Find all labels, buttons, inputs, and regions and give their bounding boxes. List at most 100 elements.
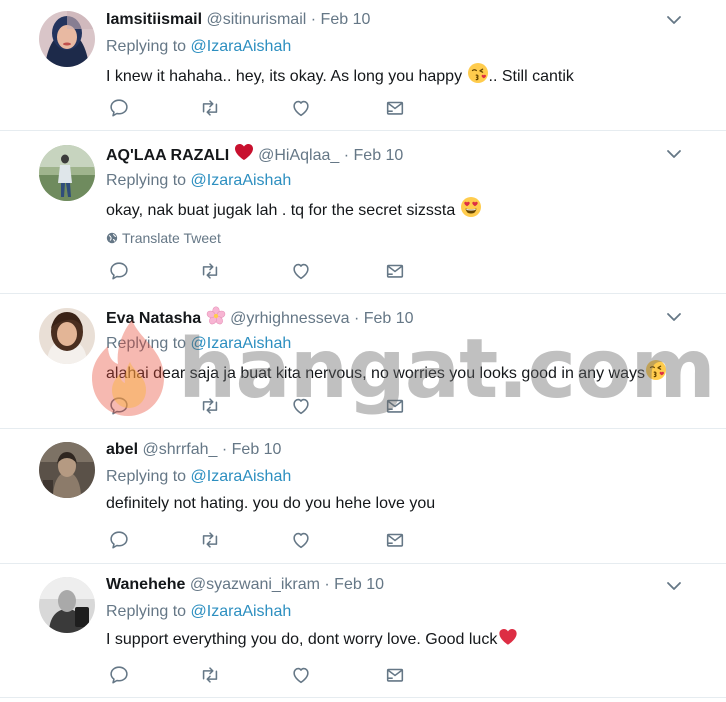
retweet-icon[interactable] bbox=[199, 664, 221, 686]
heart-eyes-emoji bbox=[460, 196, 482, 218]
retweet-icon[interactable] bbox=[199, 260, 221, 282]
tweet-header: Wanehehe @syazwani_ikram · Feb 10 bbox=[106, 575, 384, 595]
display-name[interactable]: Iamsitiismail bbox=[106, 11, 202, 28]
tweet[interactable]: Iamsitiismail @sitinurismail · Feb 10 Re… bbox=[0, 0, 726, 131]
direct-message-icon[interactable] bbox=[384, 260, 406, 282]
like-icon[interactable] bbox=[290, 664, 312, 686]
like-icon[interactable] bbox=[290, 395, 312, 417]
tweet-text: I knew it hahaha.. hey, its okay. As lon… bbox=[106, 62, 574, 88]
tweet-text-part: definitely not hating. you do you hehe l… bbox=[106, 495, 436, 512]
tweet-text-part: .. Still cantik bbox=[488, 68, 574, 85]
user-handle[interactable]: @sitinurismail bbox=[207, 11, 307, 28]
tweet-actions bbox=[108, 395, 408, 417]
caret-down-icon[interactable] bbox=[665, 11, 683, 29]
kissing-face-emoji bbox=[645, 359, 667, 381]
reply-mention-link[interactable]: @IzaraAishah bbox=[191, 38, 292, 55]
tweet-text: alahai dear saja ja buat kita nervous, n… bbox=[106, 359, 667, 385]
retweet-icon[interactable] bbox=[199, 97, 221, 119]
tweet-date[interactable]: Feb 10 bbox=[321, 11, 371, 28]
avatar-photo bbox=[39, 577, 95, 633]
reply-icon[interactable] bbox=[108, 395, 130, 417]
direct-message-icon[interactable] bbox=[384, 97, 406, 119]
tweet-header: AQ'LAA RAZALI @HiAqlaa_ · Feb 10 bbox=[106, 143, 403, 166]
direct-message-icon[interactable] bbox=[384, 529, 406, 551]
tweet-date[interactable]: Feb 10 bbox=[354, 147, 404, 164]
caret-down-icon[interactable] bbox=[665, 308, 683, 326]
translate-tweet-label: Translate Tweet bbox=[122, 230, 221, 246]
replying-to-label: Replying to bbox=[106, 468, 187, 485]
tweet[interactable]: Wanehehe @syazwani_ikram · Feb 10 Replyi… bbox=[0, 564, 726, 698]
replying-to-label: Replying to bbox=[106, 38, 187, 55]
tweet-text-part: okay, nak buat jugak lah . tq for the se… bbox=[106, 202, 460, 219]
cherry-blossom-emoji bbox=[206, 306, 226, 326]
avatar[interactable] bbox=[39, 442, 95, 498]
tweet-text: I support everything you do, dont worry … bbox=[106, 627, 519, 651]
caret-down-icon[interactable] bbox=[665, 145, 683, 163]
avatar-photo bbox=[39, 308, 95, 364]
reply-icon[interactable] bbox=[108, 529, 130, 551]
globe-icon bbox=[106, 232, 118, 244]
user-handle[interactable]: @yrhighnesseva bbox=[230, 310, 349, 327]
reply-mention-link[interactable]: @IzaraAishah bbox=[191, 172, 292, 189]
display-name[interactable]: Wanehehe bbox=[106, 576, 185, 593]
tweet-text: okay, nak buat jugak lah . tq for the se… bbox=[106, 196, 482, 222]
tweet-date[interactable]: Feb 10 bbox=[334, 576, 384, 593]
separator-dot: · bbox=[324, 576, 330, 593]
tweet[interactable]: Eva Natasha @yrhighnesseva · Feb 10 Repl… bbox=[0, 294, 726, 429]
tweet[interactable]: abel @shrrfah_ · Feb 10 Replying to @Iza… bbox=[0, 429, 726, 564]
reply-mention-link[interactable]: @IzaraAishah bbox=[191, 335, 292, 352]
red-heart-emoji bbox=[234, 143, 254, 161]
separator-dot: · bbox=[310, 11, 317, 28]
like-icon[interactable] bbox=[290, 97, 312, 119]
replying-to: Replying to @IzaraAishah bbox=[106, 171, 291, 191]
reply-mention-link[interactable]: @IzaraAishah bbox=[191, 468, 292, 485]
replying-to: Replying to @IzaraAishah bbox=[106, 602, 291, 622]
tweet-date[interactable]: Feb 10 bbox=[364, 310, 414, 327]
replying-to: Replying to @IzaraAishah bbox=[106, 334, 291, 354]
avatar[interactable] bbox=[39, 11, 95, 67]
replying-to: Replying to @IzaraAishah bbox=[106, 467, 291, 487]
replying-to-label: Replying to bbox=[106, 172, 187, 189]
like-icon[interactable] bbox=[290, 260, 312, 282]
avatar[interactable] bbox=[39, 145, 95, 201]
user-handle[interactable]: @syazwani_ikram bbox=[190, 576, 320, 593]
tweet-header: Iamsitiismail @sitinurismail · Feb 10 bbox=[106, 10, 370, 30]
replying-to: Replying to @IzaraAishah bbox=[106, 37, 291, 57]
caret-down-icon[interactable] bbox=[665, 577, 683, 595]
tweet-text: definitely not hating. you do you hehe l… bbox=[106, 493, 435, 515]
translate-tweet-link[interactable]: Translate Tweet bbox=[106, 229, 221, 247]
reply-icon[interactable] bbox=[108, 97, 130, 119]
display-name[interactable]: AQ'LAA RAZALI bbox=[106, 147, 254, 164]
display-name[interactable]: abel bbox=[106, 441, 138, 458]
tweet-text-part: I knew it hahaha.. hey, its okay. As lon… bbox=[106, 68, 467, 85]
avatar-photo bbox=[39, 11, 95, 67]
direct-message-icon[interactable] bbox=[384, 664, 406, 686]
avatar[interactable] bbox=[39, 308, 95, 364]
tweet-date[interactable]: Feb 10 bbox=[232, 441, 282, 458]
separator-dot: · bbox=[353, 310, 360, 327]
tweet-actions bbox=[108, 664, 408, 686]
separator-dot: · bbox=[221, 441, 228, 458]
reply-icon[interactable] bbox=[108, 260, 130, 282]
like-icon[interactable] bbox=[290, 529, 312, 551]
display-name-text: AQ'LAA RAZALI bbox=[106, 147, 230, 164]
display-name-text: Eva Natasha bbox=[106, 310, 202, 327]
tweet-actions bbox=[108, 97, 408, 119]
retweet-icon[interactable] bbox=[199, 529, 221, 551]
tweet-text-part: I support everything you do, dont worry … bbox=[106, 631, 498, 648]
kissing-face-emoji bbox=[467, 62, 489, 84]
retweet-icon[interactable] bbox=[199, 395, 221, 417]
user-handle[interactable]: @shrrfah_ bbox=[142, 441, 217, 458]
reply-icon[interactable] bbox=[108, 664, 130, 686]
tweet[interactable]: AQ'LAA RAZALI @HiAqlaa_ · Feb 10 Replyin… bbox=[0, 131, 726, 294]
tweet-header: Eva Natasha @yrhighnesseva · Feb 10 bbox=[106, 306, 414, 329]
avatar-photo bbox=[39, 145, 95, 201]
replying-to-label: Replying to bbox=[106, 603, 187, 620]
avatar[interactable] bbox=[39, 577, 95, 633]
reply-mention-link[interactable]: @IzaraAishah bbox=[191, 603, 292, 620]
direct-message-icon[interactable] bbox=[384, 395, 406, 417]
tweet-text-part: alahai dear saja ja buat kita nervous, n… bbox=[106, 365, 645, 382]
user-handle[interactable]: @HiAqlaa_ bbox=[258, 147, 339, 164]
tweet-actions bbox=[108, 529, 408, 551]
display-name[interactable]: Eva Natasha bbox=[106, 310, 226, 327]
